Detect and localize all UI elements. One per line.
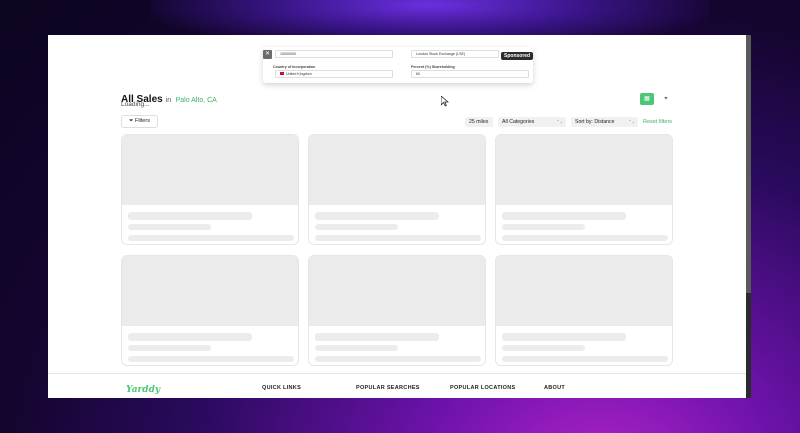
skeleton-line xyxy=(128,345,211,351)
category-select[interactable]: All Categories ⌃⌄ xyxy=(498,117,566,127)
chevron-updown-icon: ⌃⌄ xyxy=(628,119,635,124)
chevron-updown-icon: ⌃⌄ xyxy=(556,119,563,124)
mouse-cursor-icon xyxy=(441,96,449,107)
scrollbar-thumb[interactable] xyxy=(746,35,751,293)
footer-divider xyxy=(48,373,746,374)
skeleton-line xyxy=(315,333,439,341)
loading-text: Loading... xyxy=(121,101,150,108)
category-value: All Categories xyxy=(502,119,535,125)
sponsored-badge: Sponsored xyxy=(501,52,534,60)
distance-select[interactable]: 25 miles xyxy=(465,117,493,127)
skeleton-image xyxy=(309,256,485,326)
reset-filters-link[interactable]: Reset filters xyxy=(643,117,672,127)
skeleton-image xyxy=(496,256,672,326)
grid-icon: ▦ xyxy=(644,96,650,102)
browser-window: ✕ 10000000 London Stock Exchange (LSE) S… xyxy=(48,35,751,398)
filters-label: Filters xyxy=(134,118,150,124)
skeleton-line xyxy=(315,224,398,230)
skeleton-card xyxy=(121,255,299,366)
skeleton-line xyxy=(315,356,481,362)
ad-field-amount[interactable]: 10000000 xyxy=(275,50,393,58)
location-link[interactable]: Palo Alto, CA xyxy=(176,97,217,104)
map-view-button[interactable]: ⌖ xyxy=(659,93,673,105)
skeleton-card xyxy=(121,134,299,245)
footer-popular-locations-heading: POPULAR LOCATIONS xyxy=(450,385,516,391)
skeleton-line xyxy=(502,333,626,341)
in-text: in xyxy=(165,97,172,104)
distance-value: 25 miles xyxy=(469,119,489,125)
uk-flag-icon xyxy=(280,72,284,75)
skeleton-card xyxy=(308,255,486,366)
ad-country-label: Country of Incorporation xyxy=(273,65,316,69)
skeleton-line xyxy=(315,345,398,351)
skeleton-line xyxy=(128,235,294,241)
ad-field-exchange[interactable]: London Stock Exchange (LSE) xyxy=(411,50,499,58)
grid-view-button[interactable]: ▦ xyxy=(640,93,654,105)
skeleton-image xyxy=(496,135,672,205)
sort-select[interactable]: Sort by: Distance ⌃⌄ xyxy=(571,117,638,127)
skeleton-image xyxy=(309,135,485,205)
close-icon[interactable]: ✕ xyxy=(263,50,272,59)
skeleton-line xyxy=(502,235,668,241)
sort-value: Sort by: Distance xyxy=(575,119,615,125)
filters-button[interactable]: ⏷ Filters xyxy=(121,115,158,128)
page-scrollbar[interactable] xyxy=(746,35,751,398)
sponsored-ad[interactable]: ✕ 10000000 London Stock Exchange (LSE) S… xyxy=(263,47,534,83)
filter-icon: ⏷ xyxy=(129,118,134,124)
ad-country-value: United Kingdom xyxy=(286,72,312,76)
footer-popular-searches-heading: POPULAR SEARCHES xyxy=(356,385,420,391)
footer-quick-links-heading: QUICK LINKS xyxy=(262,385,302,391)
skeleton-card xyxy=(308,134,486,245)
footer-logo[interactable]: Yarddy xyxy=(126,385,160,395)
skeleton-line xyxy=(128,356,294,362)
ad-percent-field[interactable]: 60 xyxy=(411,70,529,78)
ad-country-select[interactable]: United Kingdom xyxy=(275,70,393,78)
skeleton-line xyxy=(128,333,252,341)
skeleton-card xyxy=(495,134,673,245)
skeleton-line xyxy=(502,356,668,362)
skeleton-line xyxy=(315,212,439,220)
skeleton-line xyxy=(502,212,626,220)
skeleton-line xyxy=(502,345,585,351)
skeleton-line xyxy=(502,224,585,230)
skeleton-image xyxy=(122,256,298,326)
skeleton-line xyxy=(128,212,252,220)
footer-about-heading: ABOUT xyxy=(544,385,566,391)
skeleton-image xyxy=(122,135,298,205)
map-icon: ⌖ xyxy=(664,96,668,102)
skeleton-line xyxy=(128,224,211,230)
skeleton-line xyxy=(315,235,481,241)
skeleton-card xyxy=(495,255,673,366)
ad-percent-label: Percent (%) Shareholding xyxy=(411,65,455,69)
